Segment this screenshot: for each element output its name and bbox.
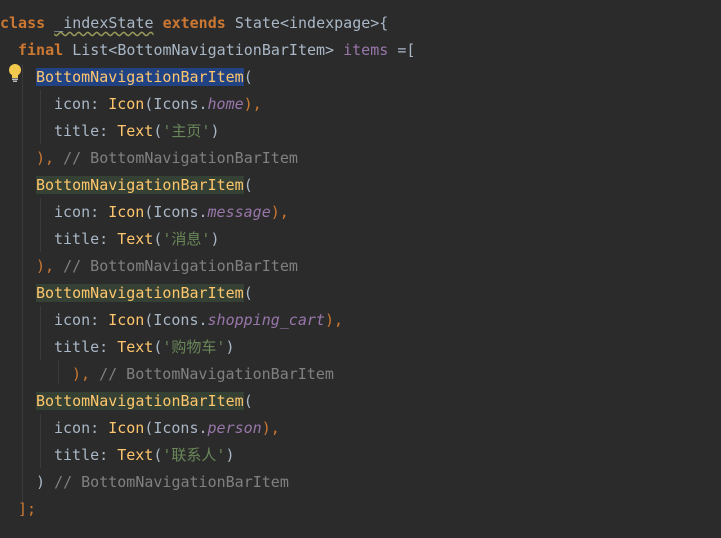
string-literal: '购物车' — [162, 338, 226, 356]
code-line-item-open[interactable]: BottomNavigationBarItem( — [36, 172, 253, 199]
indent-guide — [58, 360, 59, 384]
keyword-final: final — [18, 41, 64, 59]
ctor-icon: Icon — [108, 311, 145, 329]
ctor-bottom-nav-item: BottomNavigationBarItem — [36, 284, 244, 302]
closing-label-comment: // BottomNavigationBarItem — [63, 149, 298, 167]
class-name: _indexState — [54, 14, 154, 32]
code-line-item-close[interactable]: ) // BottomNavigationBarItem — [36, 469, 289, 496]
ctor-text: Text — [117, 230, 154, 248]
ctor-icon: Icon — [108, 203, 145, 221]
code-line-item-title[interactable]: title: Text('联系人') — [54, 442, 234, 469]
item-close: ), — [72, 365, 91, 383]
string-literal: '联系人' — [162, 446, 226, 464]
ctor-text: Text — [117, 122, 154, 140]
icon-close: ), — [243, 95, 262, 113]
param-icon-label: icon: — [54, 95, 100, 113]
indent-guide — [40, 306, 41, 360]
icons-ref: (Icons. — [144, 203, 208, 221]
code-line-class-decl[interactable]: class _indexState extends State<indexpag… — [0, 10, 388, 37]
ctor-bottom-nav-item: BottomNavigationBarItem — [36, 176, 244, 194]
indent-guide — [40, 90, 41, 144]
ctor-bottom-nav-item: BottomNavigationBarItem — [36, 392, 244, 410]
code-line-item-title[interactable]: title: Text('购物车') — [54, 334, 234, 361]
closing-label-comment: // BottomNavigationBarItem — [63, 257, 298, 275]
string-literal: '消息' — [162, 230, 211, 248]
code-line-item-close[interactable]: ), // BottomNavigationBarItem — [36, 253, 298, 280]
param-title-label: title: — [54, 122, 109, 140]
indent-guide — [40, 198, 41, 252]
lightbulb-icon[interactable] — [8, 63, 22, 83]
paren-open: ( — [243, 68, 253, 86]
param-title-label: title: — [54, 230, 109, 248]
keyword-class: class — [0, 14, 46, 32]
code-editor[interactable]: class _indexState extends State<indexpag… — [0, 0, 721, 538]
paren-open: ( — [243, 284, 253, 302]
icons-ref: (Icons. — [144, 419, 208, 437]
code-line-item-close[interactable]: ), // BottomNavigationBarItem — [36, 145, 298, 172]
field-items: items — [343, 41, 389, 59]
paren-close: ) — [210, 230, 220, 248]
icon-name: shopping_cart — [207, 311, 325, 329]
icon-name: person — [207, 419, 262, 437]
ctor-text: Text — [117, 338, 154, 356]
indent-guide — [40, 414, 41, 468]
item-close: ) — [36, 473, 46, 491]
keyword-extends: extends — [162, 14, 226, 32]
paren-open: ( — [243, 392, 253, 410]
code-line-item-open[interactable]: BottomNavigationBarItem( — [36, 280, 253, 307]
indent-guide — [22, 64, 23, 504]
icons-ref: (Icons. — [144, 311, 208, 329]
param-icon-label: icon: — [54, 419, 100, 437]
code-line-items-decl[interactable]: final List<BottomNavigationBarItem> item… — [18, 37, 415, 64]
icons-ref: (Icons. — [144, 95, 208, 113]
icon-name: home — [207, 95, 244, 113]
list-type: List<BottomNavigationBarItem> — [72, 41, 335, 59]
code-line-item-icon[interactable]: icon: Icon(Icons.message), — [54, 199, 289, 226]
paren-close: ) — [225, 446, 235, 464]
closing-label-comment: // BottomNavigationBarItem — [99, 365, 334, 383]
icon-name: message — [207, 203, 271, 221]
code-line-item-close[interactable]: ), // BottomNavigationBarItem — [72, 361, 334, 388]
code-line-item-icon[interactable]: icon: Icon(Icons.home), — [54, 91, 262, 118]
paren-close: ) — [225, 338, 235, 356]
code-line-item-icon[interactable]: icon: Icon(Icons.person), — [54, 415, 280, 442]
paren-open: ( — [243, 176, 253, 194]
paren-close: ) — [210, 122, 220, 140]
list-close: ]; — [18, 500, 37, 518]
assign-open: =[ — [397, 41, 416, 59]
param-title-label: title: — [54, 338, 109, 356]
ctor-text: Text — [117, 446, 154, 464]
item-close: ), — [36, 257, 55, 275]
item-close: ), — [36, 149, 55, 167]
code-line-item-title[interactable]: title: Text('消息') — [54, 226, 219, 253]
ctor-icon: Icon — [108, 419, 145, 437]
code-line-item-open[interactable]: BottomNavigationBarItem( — [36, 388, 253, 415]
string-literal: '主页' — [162, 122, 211, 140]
icon-close: ), — [270, 203, 289, 221]
icon-close: ), — [324, 311, 343, 329]
code-line-item-title[interactable]: title: Text('主页') — [54, 118, 219, 145]
closing-label-comment: // BottomNavigationBarItem — [54, 473, 289, 491]
ctor-icon: Icon — [108, 95, 145, 113]
base-type: State<indexpage>{ — [234, 14, 389, 32]
code-line-item-open[interactable]: BottomNavigationBarItem( — [36, 64, 253, 91]
param-title-label: title: — [54, 446, 109, 464]
param-icon-label: icon: — [54, 203, 100, 221]
ctor-bottom-nav-item: BottomNavigationBarItem — [36, 68, 244, 86]
code-line-item-icon[interactable]: icon: Icon(Icons.shopping_cart), — [54, 307, 343, 334]
code-line-list-end[interactable]: ]; — [18, 496, 36, 523]
icon-close: ), — [261, 419, 280, 437]
param-icon-label: icon: — [54, 311, 100, 329]
